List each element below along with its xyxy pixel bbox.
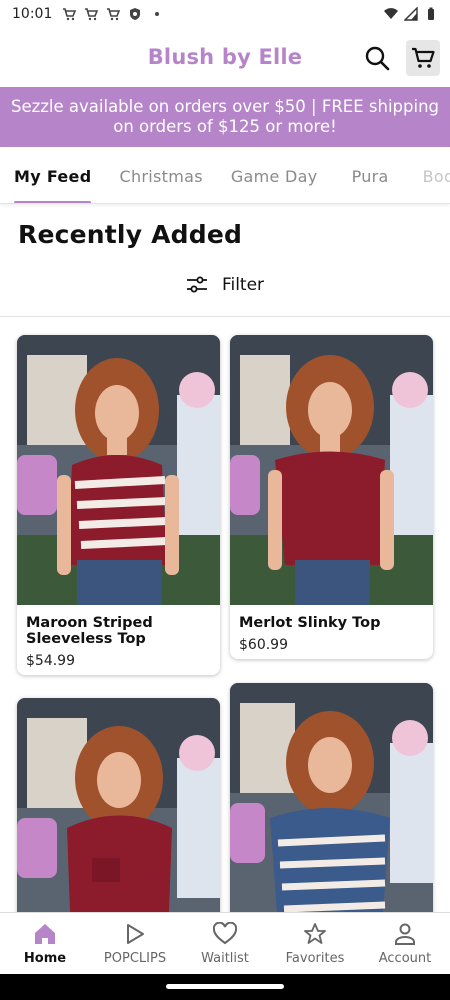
promo-banner[interactable]: Sezzle available on orders over $50 | FR… — [0, 87, 450, 147]
search-icon — [365, 46, 390, 71]
nav-waitlist[interactable]: Waitlist — [180, 913, 270, 974]
battery-icon — [428, 7, 434, 20]
person-icon — [392, 921, 418, 947]
notification-icons — [62, 7, 164, 21]
app-header: Blush by Elle — [0, 28, 450, 86]
home-icon — [32, 921, 58, 947]
status-time: 10:01 — [12, 6, 53, 22]
nav-waitlist-label: Waitlist — [201, 951, 249, 966]
nav-home-label: Home — [23, 951, 67, 966]
status-bar: 10:01 — [0, 0, 450, 28]
tab-game-day[interactable]: Game Day — [217, 148, 332, 203]
nav-favorites[interactable]: Favorites — [270, 913, 360, 974]
system-icons — [384, 7, 438, 21]
product-card[interactable]: Merlot Slinky Top $60.99 — [230, 335, 433, 659]
product-image — [230, 335, 433, 605]
tab-pura[interactable]: Pura — [332, 148, 409, 203]
brand-title[interactable]: Blush by Elle — [148, 45, 303, 69]
nav-favorites-label: Favorites — [285, 951, 345, 966]
gesture-bar — [0, 974, 450, 1000]
dot-icon — [155, 12, 160, 16]
nav-popclips[interactable]: POPCLIPS — [90, 913, 180, 974]
search-button[interactable] — [360, 40, 394, 76]
nav-account[interactable]: Account — [360, 913, 450, 974]
cart-notification-icon — [85, 8, 99, 21]
star-icon — [302, 921, 328, 947]
shield-icon — [130, 8, 141, 20]
bottom-nav: Home POPCLIPS Waitlist Favorites Account — [0, 912, 450, 974]
heart-icon — [212, 921, 238, 947]
product-price: $60.99 — [239, 637, 288, 653]
promo-text: Sezzle available on orders over $50 | FR… — [10, 97, 440, 136]
tab-my-feed[interactable]: My Feed — [0, 148, 105, 203]
home-gesture-handle[interactable] — [166, 984, 284, 989]
product-image — [17, 335, 220, 605]
play-icon — [122, 921, 148, 947]
section-title: Recently Added — [18, 220, 243, 249]
category-tabs: My Feed Christmas Game Day Pura Body — [0, 148, 450, 204]
product-name: Maroon Striped Sleeveless Top — [26, 615, 153, 647]
filter-icon — [186, 276, 207, 293]
tab-body[interactable]: Body — [409, 148, 450, 203]
product-name: Merlot Slinky Top — [239, 615, 381, 631]
nav-popclips-label: POPCLIPS — [103, 951, 167, 966]
cart-notification-icon — [107, 8, 121, 21]
nav-home[interactable]: Home — [0, 913, 90, 974]
header-actions — [360, 40, 440, 76]
cart-button[interactable] — [406, 40, 440, 76]
filter-button[interactable]: Filter — [0, 270, 450, 300]
product-card[interactable]: Maroon Striped Sleeveless Top $54.99 — [17, 335, 220, 675]
nav-account-label: Account — [378, 951, 432, 966]
cart-notification-icon — [63, 8, 77, 21]
divider — [0, 316, 450, 317]
filter-label: Filter — [221, 275, 265, 295]
cart-icon — [412, 47, 435, 68]
product-price: $54.99 — [26, 653, 75, 669]
tab-christmas[interactable]: Christmas — [105, 148, 216, 203]
signal-icon — [404, 7, 418, 21]
wifi-icon — [384, 8, 398, 19]
